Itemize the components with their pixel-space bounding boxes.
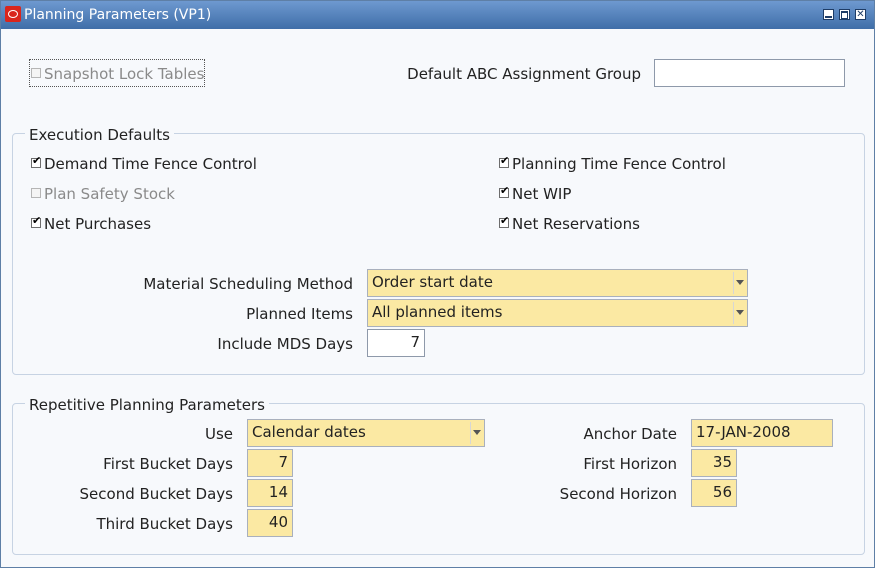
net-wip-label: Net WIP xyxy=(512,185,572,203)
planning-parameters-window: Planning Parameters (VP1) ✕ Snapshot Loc… xyxy=(0,0,875,568)
oracle-app-icon xyxy=(5,6,21,22)
plan-safety-stock-label: Plan Safety Stock xyxy=(44,185,175,203)
demand-time-fence-label: Demand Time Fence Control xyxy=(44,155,257,173)
use-label: Use xyxy=(204,425,233,443)
material-scheduling-method-label: Material Scheduling Method xyxy=(143,275,353,293)
include-mds-days-label: Include MDS Days xyxy=(217,335,353,353)
net-purchases-label: Net Purchases xyxy=(44,215,152,233)
execution-defaults-legend: Execution Defaults xyxy=(25,126,174,144)
check-icon: ✔ xyxy=(500,154,510,167)
check-icon: ✔ xyxy=(500,214,510,227)
chevron-down-icon[interactable] xyxy=(473,430,481,435)
planned-items-select[interactable]: All planned items xyxy=(367,299,748,327)
net-reservations-checkbox[interactable]: ✔ xyxy=(499,214,509,228)
first-bucket-days-label: First Bucket Days xyxy=(103,455,233,473)
close-button[interactable]: ✕ xyxy=(855,9,866,20)
demand-time-fence-checkbox[interactable]: ✔ xyxy=(31,154,41,168)
net-wip-checkbox[interactable]: ✔ xyxy=(499,184,509,198)
include-mds-days-input[interactable]: 7 xyxy=(367,329,425,357)
use-select[interactable]: Calendar dates xyxy=(247,419,485,447)
snapshot-lock-tables-checkbox[interactable] xyxy=(31,68,41,78)
material-scheduling-method-select[interactable]: Order start date xyxy=(367,269,748,297)
second-horizon-label: Second Horizon xyxy=(559,485,677,503)
third-bucket-days-label: Third Bucket Days xyxy=(96,515,233,533)
dropdown-separator xyxy=(733,302,734,324)
second-horizon-input[interactable]: 56 xyxy=(691,479,737,507)
first-bucket-days-input[interactable]: 7 xyxy=(247,449,293,477)
dropdown-separator xyxy=(733,272,734,294)
net-reservations-label: Net Reservations xyxy=(512,215,640,233)
window-title: Planning Parameters (VP1) xyxy=(24,7,212,23)
net-purchases-checkbox[interactable]: ✔ xyxy=(31,214,41,228)
planning-time-fence-label: Planning Time Fence Control xyxy=(512,155,726,173)
second-bucket-days-input[interactable]: 14 xyxy=(247,479,293,507)
maximize-button[interactable] xyxy=(839,9,850,20)
abc-group-label: Default ABC Assignment Group xyxy=(407,65,641,83)
planning-time-fence-checkbox[interactable]: ✔ xyxy=(499,154,509,168)
material-scheduling-method-value: Order start date xyxy=(372,273,493,291)
check-icon: ✔ xyxy=(32,214,42,227)
second-bucket-days-label: Second Bucket Days xyxy=(79,485,233,503)
plan-safety-stock-checkbox[interactable] xyxy=(31,188,41,198)
anchor-date-label: Anchor Date xyxy=(583,425,678,443)
planned-items-value: All planned items xyxy=(372,303,503,321)
check-icon: ✔ xyxy=(500,184,510,197)
chevron-down-icon[interactable] xyxy=(736,310,744,315)
use-value: Calendar dates xyxy=(252,423,366,441)
third-bucket-days-input[interactable]: 40 xyxy=(247,509,293,537)
abc-group-input[interactable] xyxy=(654,59,845,87)
minimize-button[interactable] xyxy=(823,9,834,20)
title-bar: Planning Parameters (VP1) ✕ xyxy=(1,1,874,29)
anchor-date-input[interactable]: 17-JAN-2008 xyxy=(691,419,833,447)
planned-items-label: Planned Items xyxy=(246,305,353,323)
chevron-down-icon[interactable] xyxy=(736,280,744,285)
dropdown-separator xyxy=(470,422,471,444)
repetitive-planning-legend: Repetitive Planning Parameters xyxy=(25,396,269,414)
first-horizon-input[interactable]: 35 xyxy=(691,449,737,477)
first-horizon-label: First Horizon xyxy=(583,455,677,473)
snapshot-lock-tables-label: Snapshot Lock Tables xyxy=(44,65,205,83)
check-icon: ✔ xyxy=(32,154,42,167)
